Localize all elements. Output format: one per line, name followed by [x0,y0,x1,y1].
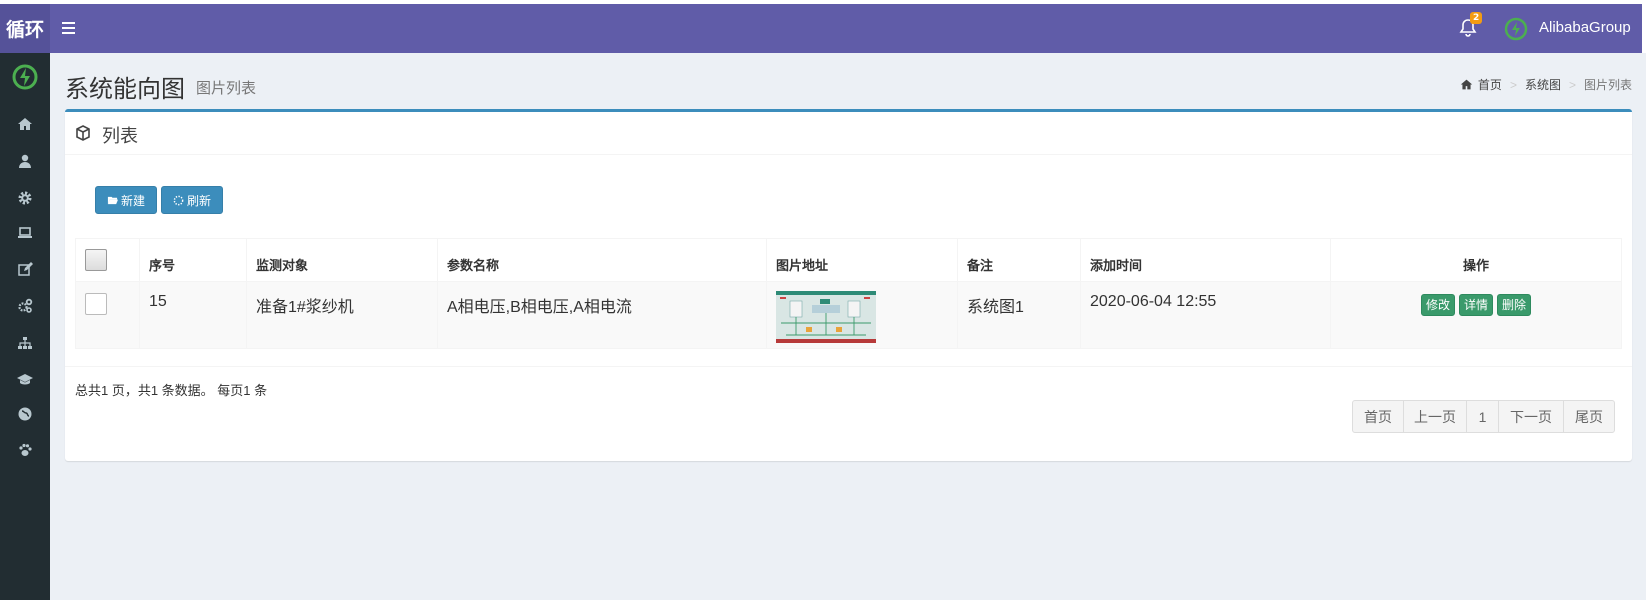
gear-icon[interactable] [16,189,34,207]
breadcrumb-system-diagram[interactable]: 系统图 [1525,76,1561,93]
user-avatar[interactable] [1504,17,1528,41]
graduation-cap-icon[interactable] [16,370,34,388]
sidebar-toggle-button[interactable] [62,18,78,38]
refresh-button[interactable]: 刷新 [161,186,223,214]
spinner-icon [173,195,184,205]
cell-added-time: 2020-06-04 12:55 [1080,281,1331,349]
new-button[interactable]: 新建 [95,186,157,214]
breadcrumb: 首页 > 系统图 > 图片列表 [1460,76,1632,93]
top-header: 循环 2 AlibabaGroup [0,4,1646,53]
header-params: 参数名称 [437,238,767,282]
edit-button[interactable]: 修改 [1420,294,1455,316]
select-all-checkbox[interactable] [85,249,107,271]
page-prev[interactable]: 上一页 [1403,400,1467,433]
cell-target: 准备1#浆纱机 [246,281,438,349]
home-icon[interactable] [16,115,34,133]
footer-divider [65,366,1632,367]
cell-params: A相电压,B相电压,A相电流 [437,281,767,349]
paw-icon[interactable] [16,441,34,459]
row-select-cell [75,281,140,349]
globe-icon[interactable] [16,405,34,423]
system-diagram-thumbnail[interactable] [776,291,876,343]
header-actions: 操作 [1330,238,1622,282]
user-icon[interactable] [16,152,34,170]
gears-icon[interactable] [16,297,34,315]
page-first[interactable]: 首页 [1352,400,1404,433]
header-added-time: 添加时间 [1080,238,1331,282]
row-checkbox[interactable] [85,293,107,315]
table-header-row: 序号 监测对象 参数名称 图片地址 备注 添加时间 操作 [75,238,1622,282]
breadcrumb-home[interactable]: 首页 [1478,76,1502,93]
pagination: 首页 上一页 1 下一页 尾页 [1352,400,1615,433]
laptop-icon[interactable] [16,224,34,242]
new-button-label: 新建 [120,193,145,208]
data-table: 序号 监测对象 参数名称 图片地址 备注 添加时间 操作 15 准备1#浆纱机 … [75,238,1622,349]
page-next[interactable]: 下一页 [1498,400,1564,433]
page-last[interactable]: 尾页 [1563,400,1615,433]
page-title: 系统能向图 [65,76,185,103]
cell-actions: 修改 详情 删除 [1330,281,1622,349]
table-row: 15 准备1#浆纱机 A相电压,B相电压,A相电流 系统图1 2020-06-0… [75,281,1622,349]
edit-icon[interactable] [16,260,34,278]
breadcrumb-current: 图片列表 [1583,78,1632,92]
breadcrumb-home-icon [1460,79,1473,90]
breadcrumb-separator: > [1509,77,1517,92]
sitemap-icon[interactable] [16,334,34,352]
refresh-button-label: 刷新 [186,193,211,208]
app-logo[interactable]: 循环 [0,4,50,53]
box-header: 列表 [65,112,1632,155]
folder-open-icon [107,196,118,204]
select-all-header [75,238,140,282]
cell-image [766,281,958,349]
box-title: 列表 [102,126,138,146]
header-image: 图片地址 [766,238,958,282]
notification-badge: 2 [1470,12,1483,24]
header-index: 序号 [139,238,247,282]
page-subtitle: 图片列表 [196,80,257,97]
sidebar [0,53,50,600]
sidebar-logo-icon [12,64,38,90]
page-number[interactable]: 1 [1466,400,1499,433]
header-edge [1642,4,1646,53]
list-box: 列表 新建 刷新 序号 监测对象 参数名称 图片地址 备注 添加时间 操作 15 [65,109,1632,461]
pagination-summary: 总共1 页，共1 条数据。 每页1 条 [75,383,268,398]
delete-button[interactable]: 删除 [1497,294,1532,316]
breadcrumb-separator: > [1568,77,1576,92]
header-remark: 备注 [957,238,1081,282]
header-target: 监测对象 [246,238,438,282]
cube-icon [76,125,90,141]
detail-button[interactable]: 详情 [1458,294,1493,316]
cell-remark: 系统图1 [957,281,1081,349]
user-name[interactable]: AlibabaGroup [1539,19,1631,36]
cell-index: 15 [139,281,247,349]
